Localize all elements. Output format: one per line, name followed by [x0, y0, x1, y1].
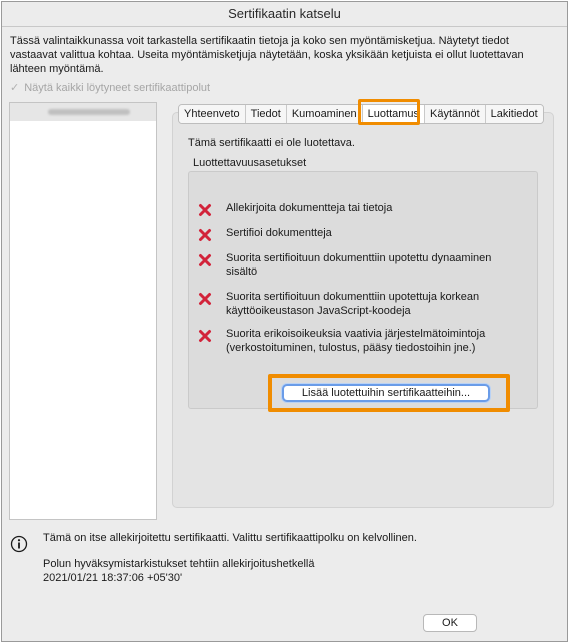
permission-label: Suorita sertifioituun dokumenttiin upote… [226, 291, 480, 317]
info-icon [10, 535, 28, 553]
tab-legal[interactable]: Lakitiedot [485, 105, 543, 123]
tab-summary[interactable]: Yhteenveto [179, 105, 246, 123]
permission-label: Sertifioi dokumentteja [226, 227, 332, 239]
x-mark-icon [199, 293, 211, 305]
certificate-path-tree[interactable] [9, 102, 157, 520]
self-signed-info-text: Tämä on itse allekirjoitettu sertifikaat… [43, 532, 417, 544]
tab-trust[interactable]: Luottamus [362, 105, 426, 123]
window-title: Sertifikaatin katselu [2, 2, 567, 27]
tab-revocation[interactable]: Kumoaminen [286, 105, 363, 123]
details-tab-bar: Yhteenveto Tiedot Kumoaminen Luottamus K… [178, 104, 544, 124]
x-mark-icon [199, 254, 211, 266]
permission-label: Suorita erikoisoikeuksia vaativia järjes… [226, 328, 486, 354]
redacted-certificate-name [48, 109, 130, 115]
permission-item: Suorita erikoisoikeuksia vaativia järjes… [198, 327, 518, 355]
permission-item: Suorita sertifioituun dokumenttiin upote… [198, 290, 518, 318]
tab-details[interactable]: Tiedot [245, 105, 287, 123]
x-mark-icon [199, 330, 211, 342]
permission-item: Allekirjoita dokumentteja tai tietoja [198, 201, 518, 217]
x-mark-icon [199, 229, 211, 241]
intro-description: Tässä valintaikkunassa voit tarkastella … [10, 35, 524, 75]
x-mark-icon [199, 204, 211, 216]
add-to-trusted-certificates-button[interactable]: Lisää luotettuihin sertifikaatteihin... [282, 384, 490, 402]
selected-certificate-row[interactable] [10, 103, 156, 121]
permission-label: Allekirjoita dokumentteja tai tietoja [226, 202, 393, 214]
checkmark-icon: ✓ [10, 82, 20, 94]
permission-item: Sertifioi dokumentteja [198, 226, 518, 242]
tab-policies[interactable]: Käytännöt [425, 105, 486, 123]
permission-item: Suorita sertifioituun dokumenttiin upote… [198, 251, 518, 279]
trust-status-text: Tämä sertifikaatti ei ole luotettava. [188, 137, 355, 149]
permission-label: Suorita sertifioituun dokumenttiin upote… [226, 252, 492, 278]
ok-button[interactable]: OK [423, 614, 477, 632]
validation-check-label: Polun hyväksymistarkistukset tehtiin all… [43, 558, 315, 570]
trust-settings-heading: Luottettavuusasetukset [193, 157, 307, 169]
show-all-paths-checkbox[interactable]: ✓ Näytä kaikki löytyneet sertifikaattipo… [10, 81, 211, 95]
validation-timestamp: 2021/01/21 18:37:06 +05'30' [43, 572, 183, 584]
show-all-paths-label: Näytä kaikki löytyneet sertifikaattipolu… [24, 81, 211, 94]
